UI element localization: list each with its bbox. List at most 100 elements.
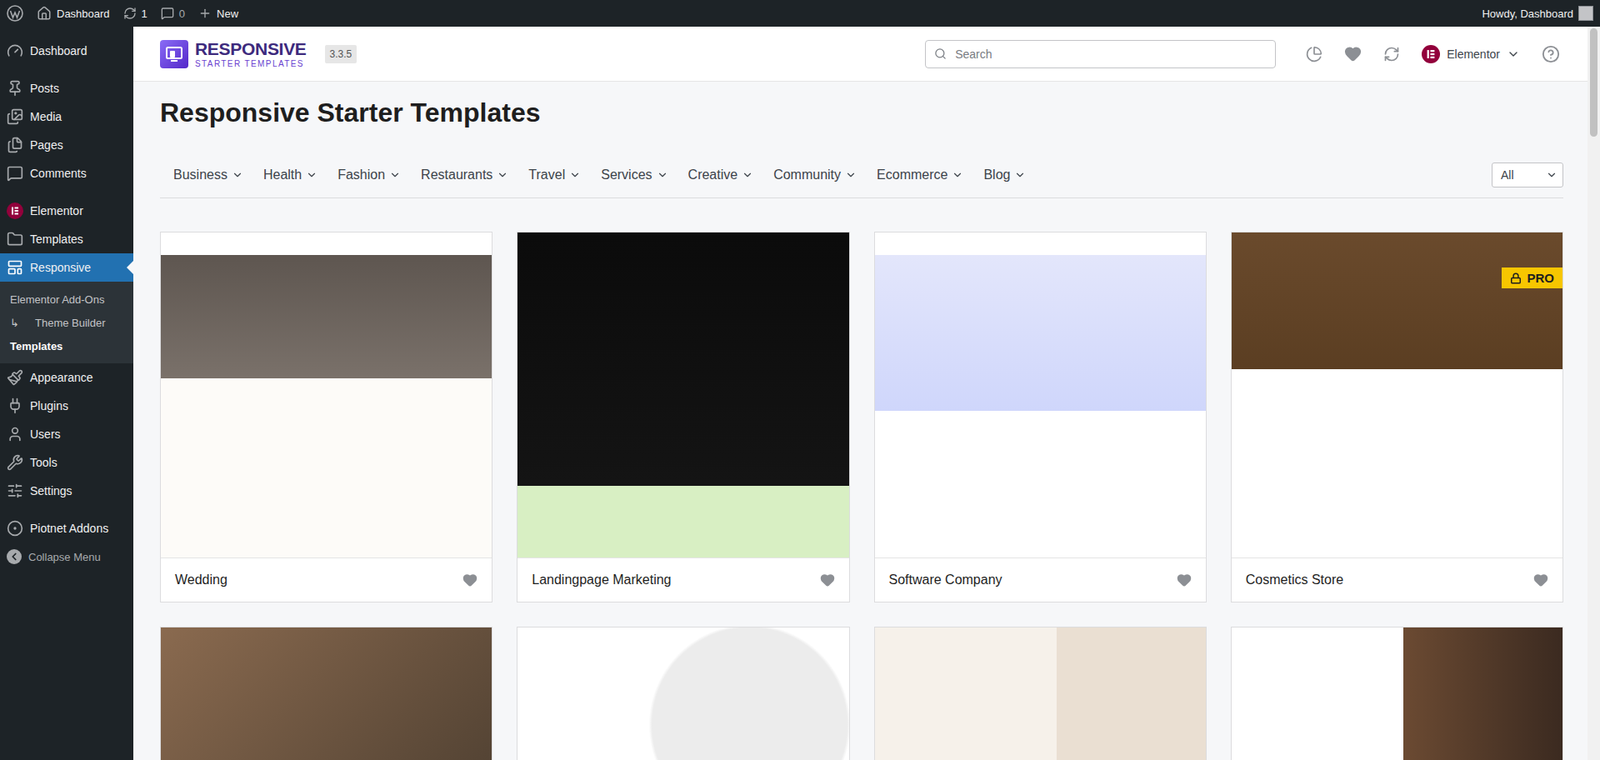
menu-icon — [6, 80, 24, 97]
category-dropdown[interactable]: Creative — [688, 167, 755, 183]
search-icon — [934, 47, 947, 60]
template-card[interactable] — [160, 626, 493, 760]
sidebar-item[interactable]: Dashboard — [0, 36, 134, 65]
template-card[interactable] — [516, 626, 850, 760]
collapse-menu[interactable]: Collapse Menu — [0, 542, 134, 571]
avatar — [1578, 5, 1594, 21]
sidebar-item[interactable]: Users — [0, 420, 134, 449]
template-card[interactable] — [1230, 626, 1564, 760]
menu-icon — [6, 482, 24, 500]
comments-link[interactable]: 0 — [160, 6, 185, 20]
home-icon — [36, 5, 52, 21]
template-card[interactable]: Software Company — [874, 231, 1207, 603]
category-dropdown[interactable]: Community — [773, 167, 857, 183]
new-link[interactable]: New — [198, 6, 239, 20]
sync-icon[interactable] — [1383, 45, 1400, 63]
sidebar-item[interactable]: Posts — [0, 74, 134, 103]
wp-admin: Dashboard 10 New Howdy, Dashboard Dashboard P… — [0, 0, 1600, 760]
sidebar-item[interactable]: Elementor — [0, 196, 134, 225]
chevron-down-icon — [569, 169, 581, 181]
heart-icon[interactable] — [1533, 572, 1549, 588]
template-card[interactable]: PROCosmetics Store — [1230, 231, 1564, 603]
menu-icon — [6, 369, 24, 386]
submenu-item[interactable]: Elementor Add-Ons — [0, 287, 134, 311]
search-input[interactable] — [953, 46, 1267, 62]
category-dropdown[interactable]: Services — [600, 167, 668, 183]
sidebar-item[interactable]: Media — [0, 102, 134, 131]
updates-icon — [123, 6, 137, 20]
template-preview[interactable] — [1231, 627, 1563, 760]
heart-icon[interactable] — [820, 572, 835, 588]
wordpress-logo-icon[interactable] — [6, 5, 24, 22]
filter-select[interactable]: All — [1491, 162, 1564, 188]
menu-icon — [6, 425, 24, 443]
sidebar-item[interactable]: Tools — [0, 448, 134, 477]
template-preview[interactable] — [875, 232, 1206, 559]
site-link[interactable]: Dashboard — [36, 5, 110, 21]
category-bar: Business Health Fashion Restaurants Travel Se… — [160, 155, 1564, 199]
active-arrow — [126, 260, 134, 275]
menu-icon — [6, 230, 24, 248]
admin-sidebar: Dashboard PostsMediaPagesComments Elemento… — [0, 26, 134, 760]
lock-icon — [1510, 272, 1522, 285]
category-dropdown[interactable]: Business — [173, 167, 244, 183]
heart-icon[interactable] — [1176, 572, 1192, 588]
card-title: Landingpage Marketing — [531, 572, 671, 588]
chevron-down-icon — [389, 169, 401, 181]
template-preview[interactable]: PRO — [1231, 232, 1563, 559]
sidebar-item[interactable]: Piotnet Addons — [0, 514, 134, 543]
updates-link[interactable]: 1 — [123, 6, 148, 20]
sidebar-item[interactable]: Responsive — [0, 253, 134, 282]
help-icon[interactable] — [1541, 45, 1560, 64]
page-title: Responsive Starter Templates — [160, 95, 1564, 130]
template-card[interactable]: Landingpage Marketing — [516, 231, 850, 603]
sidebar-item[interactable]: Templates — [0, 225, 134, 254]
stats-icon[interactable] — [1305, 45, 1323, 63]
template-preview[interactable] — [875, 627, 1206, 760]
card-title: Software Company — [889, 572, 1003, 588]
chevron-down-icon — [1545, 169, 1558, 181]
sidebar-item[interactable]: Pages — [0, 130, 134, 160]
elementor-icon — [6, 202, 24, 220]
category-dropdown[interactable]: Travel — [528, 167, 581, 183]
submenu-item[interactable]: Templates — [0, 334, 134, 358]
template-preview[interactable] — [160, 627, 492, 760]
chevron-down-icon — [951, 169, 964, 181]
search-field[interactable] — [925, 40, 1276, 69]
brand: RESPONSIVESTARTER TEMPLATES3.3.5 — [160, 40, 357, 69]
account-menu[interactable]: Howdy, Dashboard — [1481, 5, 1594, 21]
card-footer: Software Company — [875, 558, 1206, 602]
chevron-down-icon — [231, 169, 244, 181]
sidebar-item[interactable]: Comments — [0, 159, 134, 188]
category-dropdown[interactable]: Fashion — [337, 167, 401, 183]
elementor-logo-icon — [1421, 45, 1440, 64]
template-card[interactable] — [874, 626, 1207, 760]
menu-icon — [6, 520, 24, 537]
sidebar-item[interactable]: Appearance — [0, 363, 134, 392]
template-grid: Wedding Landingpage Marketing Software Com… — [160, 231, 1564, 760]
category-dropdown[interactable]: Ecommerce — [876, 167, 964, 183]
card-title: Wedding — [175, 572, 228, 588]
submenu-item[interactable]: ↳Theme Builder — [0, 310, 134, 335]
builder-select[interactable]: Elementor — [1421, 45, 1520, 64]
category-dropdown[interactable]: Restaurants — [420, 167, 509, 183]
admin-bar: Dashboard 10 New Howdy, Dashboard — [0, 0, 1600, 27]
template-preview[interactable] — [517, 232, 849, 559]
template-preview[interactable] — [517, 627, 849, 760]
template-preview[interactable] — [160, 232, 492, 559]
category-dropdown[interactable]: Blog — [983, 167, 1026, 183]
chevron-down-icon — [305, 169, 318, 181]
scrollbar[interactable] — [1587, 26, 1600, 760]
chevron-down-icon — [741, 169, 754, 181]
category-dropdown[interactable]: Health — [263, 167, 318, 183]
menu-icon — [6, 259, 24, 276]
scrollbar-thumb[interactable] — [1590, 28, 1598, 137]
sidebar-item[interactable]: Settings — [0, 476, 134, 505]
template-card[interactable]: Wedding — [160, 231, 493, 603]
heart-icon[interactable] — [462, 572, 478, 588]
card-footer: Wedding — [160, 558, 492, 602]
menu-icon — [6, 136, 24, 154]
favorites-icon[interactable] — [1344, 45, 1362, 63]
chevron-down-icon — [656, 169, 669, 181]
sidebar-item[interactable]: Plugins — [0, 391, 134, 420]
